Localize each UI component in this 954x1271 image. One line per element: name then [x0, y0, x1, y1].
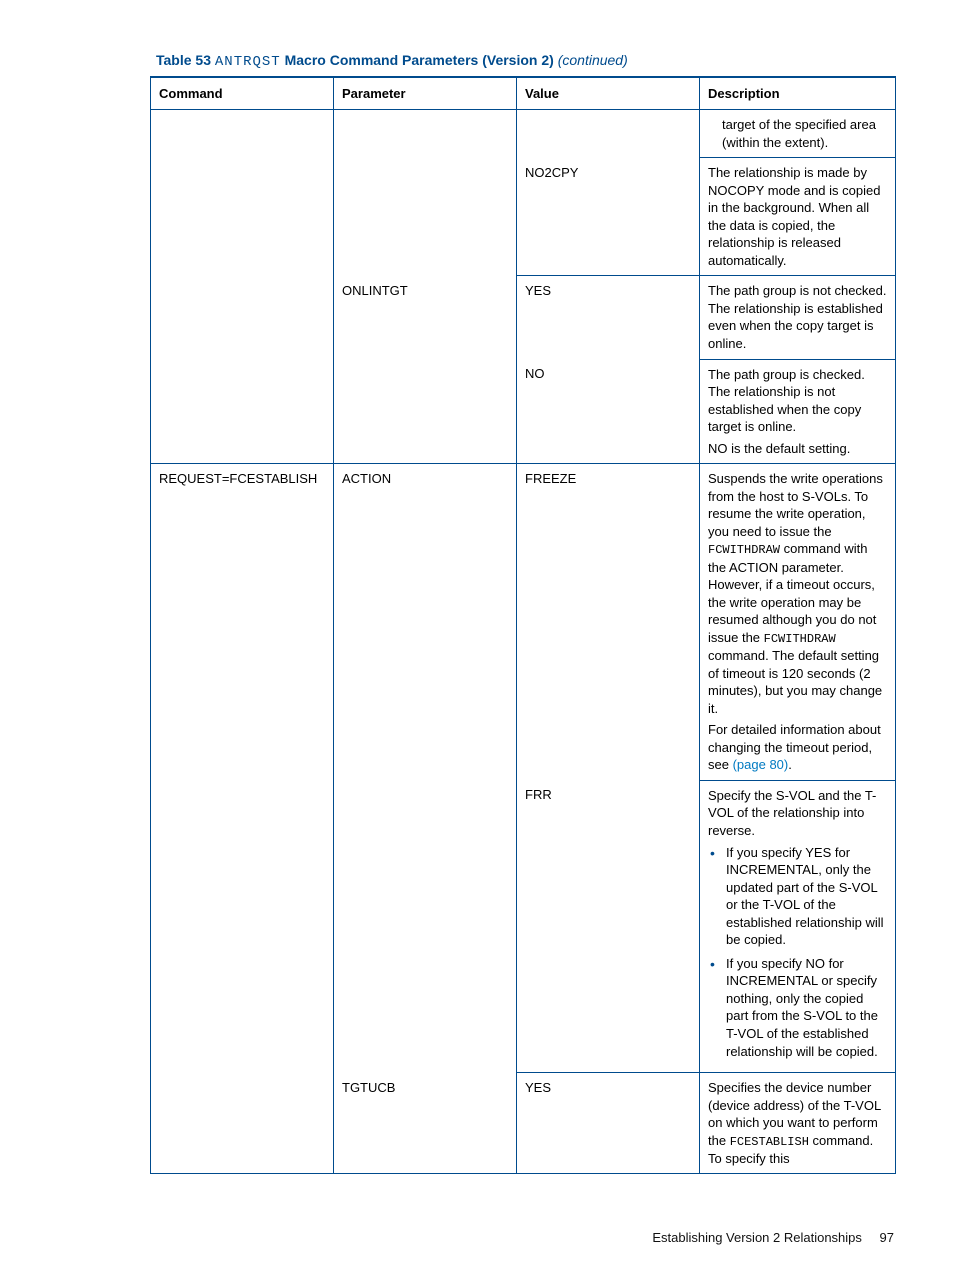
list-item: If you specify NO for INCREMENTAL or spe… [722, 955, 887, 1060]
code-text: FCWITHDRAW [708, 543, 780, 557]
desc-text: The path group is checked. The relations… [708, 366, 887, 436]
cell-description: The path group is checked. The relations… [700, 359, 896, 464]
bullet-list: If you specify YES for INCREMENTAL, only… [708, 844, 887, 1061]
cell-parameter [334, 158, 517, 276]
cell-description: Suspends the write operations from the h… [700, 464, 896, 781]
desc-text: For detailed information about changing … [708, 721, 887, 774]
desc-text: The relationship is made by NOCOPY mode … [708, 164, 887, 269]
desc-text: The path group is not checked. The relat… [708, 282, 887, 352]
cell-value: NO2CPY [517, 158, 700, 276]
caption-rest: Macro Command Parameters (Version 2) [281, 52, 558, 68]
table-row: FRR Specify the S-VOL and the T-VOL of t… [151, 780, 896, 1072]
cell-parameter [334, 359, 517, 464]
desc-text: Specifies the device number (device addr… [708, 1079, 887, 1167]
cell-command [151, 359, 334, 464]
table-caption: Table 53 ANTRQST Macro Command Parameter… [156, 52, 894, 70]
cell-description: The path group is not checked. The relat… [700, 276, 896, 359]
code-text: FCWITHDRAW [764, 632, 836, 646]
cell-parameter [334, 110, 517, 158]
list-item: If you specify YES for INCREMENTAL, only… [722, 844, 887, 949]
cell-value: NO [517, 359, 700, 464]
cell-command [151, 276, 334, 359]
page-link[interactable]: (page 80) [733, 757, 789, 772]
cell-command [151, 110, 334, 158]
desc-text: target of the specified area (within the… [708, 116, 887, 151]
footer-section: Establishing Version 2 Relationships [652, 1230, 862, 1245]
cell-description: Specify the S-VOL and the T-VOL of the r… [700, 780, 896, 1072]
cell-parameter: TGTUCB [334, 1073, 517, 1174]
parameters-table: Command Parameter Value Description targ… [150, 76, 896, 1174]
desc-text: Specify the S-VOL and the T-VOL of the r… [708, 787, 887, 840]
table-row: NO2CPY The relationship is made by NOCOP… [151, 158, 896, 276]
col-value: Value [517, 77, 700, 110]
table-row: ONLINTGT YES The path group is not check… [151, 276, 896, 359]
desc-text: NO is the default setting. [708, 440, 887, 458]
page-number: 97 [880, 1230, 894, 1245]
table-header-row: Command Parameter Value Description [151, 77, 896, 110]
desc-text: Suspends the write operations from the h… [708, 470, 887, 717]
col-parameter: Parameter [334, 77, 517, 110]
cell-parameter [334, 780, 517, 1072]
cell-value: YES [517, 1073, 700, 1174]
cell-parameter: ONLINTGT [334, 276, 517, 359]
table-row: target of the specified area (within the… [151, 110, 896, 158]
col-description: Description [700, 77, 896, 110]
table-row: TGTUCB YES Specifies the device number (… [151, 1073, 896, 1174]
caption-mono: ANTRQST [215, 54, 281, 70]
caption-prefix: Table 53 [156, 52, 215, 68]
cell-value: FRR [517, 780, 700, 1072]
cell-command: REQUEST=FCESTABLISH [151, 464, 334, 781]
table-row: NO The path group is checked. The relati… [151, 359, 896, 464]
code-text: FCESTABLISH [730, 1135, 809, 1149]
cell-description: target of the specified area (within the… [700, 110, 896, 158]
cell-command [151, 780, 334, 1072]
col-command: Command [151, 77, 334, 110]
cell-command [151, 1073, 334, 1174]
table-row: REQUEST=FCESTABLISH ACTION FREEZE Suspen… [151, 464, 896, 781]
cell-value: YES [517, 276, 700, 359]
cell-description: The relationship is made by NOCOPY mode … [700, 158, 896, 276]
cell-value: FREEZE [517, 464, 700, 781]
cell-parameter: ACTION [334, 464, 517, 781]
caption-continued: (continued) [558, 52, 628, 68]
cell-value [517, 110, 700, 158]
cell-description: Specifies the device number (device addr… [700, 1073, 896, 1174]
page-footer: Establishing Version 2 Relationships 97 [652, 1230, 894, 1245]
cell-command [151, 158, 334, 276]
